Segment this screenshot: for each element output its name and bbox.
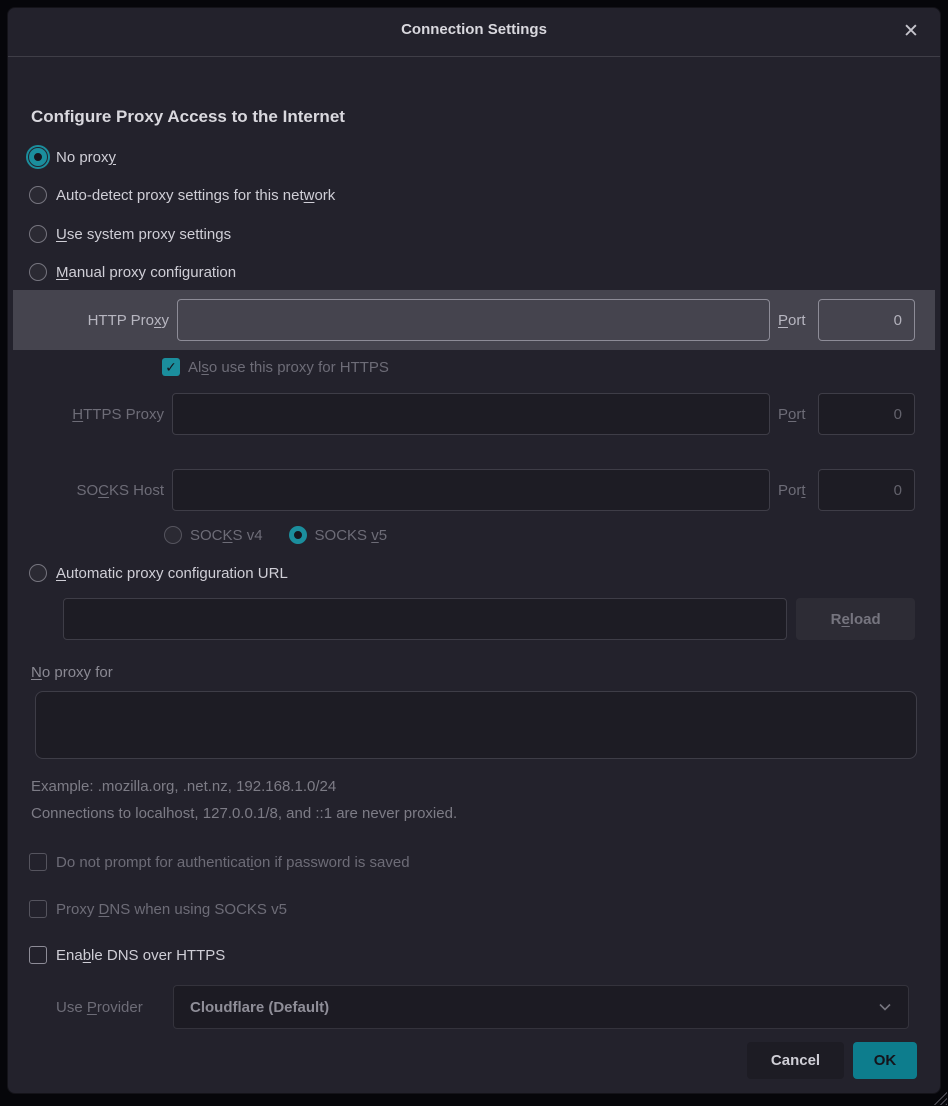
no-proxy-label: No proxy [56,149,116,166]
no-prompt-auth-row[interactable]: Do not prompt for authentication if pass… [29,851,410,873]
http-proxy-row-highlight: HTTP Proxy Port [13,290,935,350]
socks-version-row: SOCKS v4 SOCKS v5 [164,524,387,546]
socks-v4-radio[interactable] [164,526,182,544]
provider-selected-value: Cloudflare (Default) [190,999,878,1016]
chevron-down-icon [878,1000,892,1014]
no-proxy-radio[interactable] [29,148,47,166]
radio-row-auto-detect[interactable]: Auto-detect proxy settings for this netw… [29,184,335,206]
autoconfig-label: Automatic proxy configuration URL [56,565,288,582]
http-port-label: Port [778,312,810,329]
enable-doh-label: Enable DNS over HTTPS [56,947,225,964]
ok-button[interactable]: OK [853,1042,917,1079]
proxy-dns-row[interactable]: Proxy DNS when using SOCKS v5 [29,898,287,920]
no-proxy-for-label-row: No proxy for [31,661,113,683]
also-https-checkbox[interactable]: ✓ [162,358,180,376]
use-system-radio[interactable] [29,225,47,243]
page-title: Configure Proxy Access to the Internet [31,107,345,127]
https-proxy-row: HTTPS Proxy Port [8,393,915,435]
http-proxy-row: HTTP Proxy Port [13,299,915,341]
check-icon: ✓ [165,359,177,376]
https-port-input[interactable] [818,393,915,435]
dialog-titlebar: Connection Settings ✕ [8,8,940,57]
auto-detect-label: Auto-detect proxy settings for this netw… [56,187,335,204]
radio-row-no-proxy[interactable]: No proxy [29,146,116,168]
cancel-button[interactable]: Cancel [747,1042,844,1079]
use-system-label: Use system proxy settings [56,226,231,243]
also-https-label: Also use this proxy for HTTPS [188,359,389,376]
dialog-title: Connection Settings [8,21,940,38]
https-proxy-label: HTTPS Proxy [31,406,164,423]
manual-label: Manual proxy configuration [56,264,236,281]
http-proxy-input[interactable] [177,299,770,341]
socks-host-input[interactable] [172,469,770,511]
enable-doh-checkbox[interactable] [29,946,47,964]
example-text: Example: .mozilla.org, .net.nz, 192.168.… [31,778,336,795]
provider-label-row: Use Provider [56,996,143,1018]
https-proxy-input[interactable] [172,393,770,435]
autoconfig-url-input[interactable] [63,598,787,640]
no-proxy-for-textarea[interactable] [35,691,917,759]
https-port-label: Port [778,406,810,423]
radio-row-manual[interactable]: Manual proxy configuration [29,261,236,283]
socks-host-label: SOCKS Host [31,482,164,499]
provider-select[interactable]: Cloudflare (Default) [173,985,909,1029]
manual-radio[interactable] [29,263,47,281]
close-icon[interactable]: ✕ [898,18,924,44]
connection-settings-dialog: Connection Settings ✕ Configure Proxy Ac… [7,7,941,1094]
socks-v4-label: SOCKS v4 [190,527,263,544]
autoconfig-radio[interactable] [29,564,47,582]
socks-port-input[interactable] [818,469,915,511]
socks-port-label: Port [778,482,810,499]
auto-detect-radio[interactable] [29,186,47,204]
http-proxy-label: HTTP Proxy [36,312,169,329]
no-prompt-auth-label: Do not prompt for authentication if pass… [56,854,410,871]
no-prompt-auth-checkbox[interactable] [29,853,47,871]
localhost-note-text: Connections to localhost, 127.0.0.1/8, a… [31,805,457,822]
provider-label: Use Provider [56,999,143,1016]
example-row: Example: .mozilla.org, .net.nz, 192.168.… [31,775,336,797]
socks-host-row: SOCKS Host Port [8,469,915,511]
no-proxy-for-label: No proxy for [31,664,113,681]
note-row: Connections to localhost, 127.0.0.1/8, a… [31,802,457,824]
radio-row-use-system[interactable]: Use system proxy settings [29,223,231,245]
proxy-dns-label: Proxy DNS when using SOCKS v5 [56,901,287,918]
enable-doh-row[interactable]: Enable DNS over HTTPS [29,944,225,966]
autoconfig-url-row: Reload [63,598,915,640]
socks-v5-radio[interactable] [289,526,307,544]
proxy-dns-checkbox[interactable] [29,900,47,918]
also-https-row[interactable]: ✓ Also use this proxy for HTTPS [162,356,389,378]
socks-v5-label: SOCKS v5 [315,527,388,544]
reload-button[interactable]: Reload [796,598,915,640]
radio-row-autoconfig[interactable]: Automatic proxy configuration URL [29,562,288,584]
http-port-input[interactable] [818,299,915,341]
